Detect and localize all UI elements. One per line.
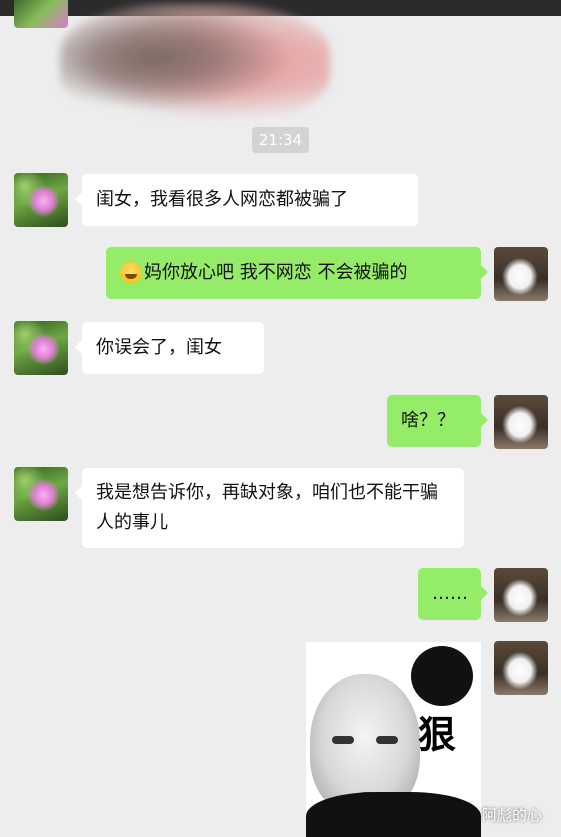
message-bubble-sent[interactable]: 妈你放心吧 我不网恋 不会被骗的	[106, 247, 488, 299]
self-avatar[interactable]	[494, 568, 548, 622]
self-avatar[interactable]	[494, 641, 548, 695]
message-bubble-received[interactable]: 你误会了，闺女	[75, 322, 264, 374]
watermark: 阿彪的心	[482, 806, 543, 824]
avatar[interactable]	[14, 0, 68, 28]
redacted-image	[60, 4, 330, 124]
message-bubble-sent[interactable]: ……	[418, 568, 488, 620]
self-avatar[interactable]	[494, 395, 548, 449]
laughing-face-icon	[120, 262, 142, 284]
message-bubble-received[interactable]: 闺女，我看很多人网恋都被骗了	[75, 174, 418, 226]
message-text: 我是想告诉你，再缺对象，咱们也不能干骗人的事儿	[96, 482, 438, 533]
contact-avatar[interactable]	[14, 321, 68, 375]
message-bubble-received[interactable]: 我是想告诉你，再缺对象，咱们也不能干骗人的事儿	[75, 468, 464, 548]
contact-avatar[interactable]	[14, 173, 68, 227]
message-text: 闺女，我看很多人网恋都被骗了	[96, 189, 348, 210]
message-text: 你误会了，闺女	[96, 337, 222, 358]
self-avatar[interactable]	[494, 247, 548, 301]
message-bubble-sent[interactable]: 啥？？	[387, 395, 488, 447]
message-timestamp: 21:34	[252, 127, 309, 153]
panda-body	[306, 792, 481, 837]
message-text: 妈你放心吧 我不网恋 不会被骗的	[144, 262, 408, 283]
message-text: 啥？？	[401, 410, 455, 431]
message-text: ……	[432, 583, 468, 604]
contact-avatar[interactable]	[14, 467, 68, 521]
panda-ear	[411, 646, 473, 706]
panda-meme-sticker[interactable]: 狠	[306, 642, 481, 837]
sticker-caption: 狠	[418, 712, 457, 757]
